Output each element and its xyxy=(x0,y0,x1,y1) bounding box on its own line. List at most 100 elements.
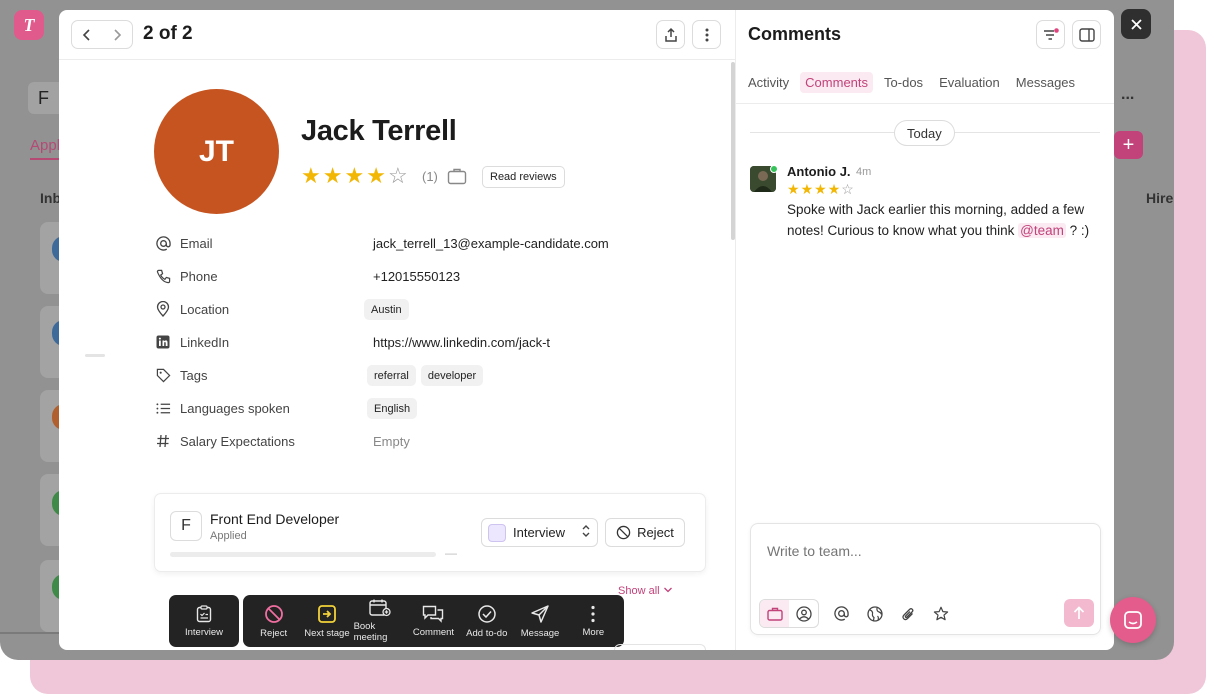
at-icon xyxy=(155,235,171,251)
reject-label: Reject xyxy=(637,525,674,540)
tab-activity[interactable]: Activity xyxy=(748,72,794,93)
action-label: Add to-do xyxy=(466,627,508,639)
field-linkedin: LinkedIn xyxy=(155,331,229,353)
next-section-edge xyxy=(614,644,706,650)
action-label: Book meeting xyxy=(353,621,388,643)
tab-todos[interactable]: To-dos xyxy=(879,72,928,93)
tab-evaluation[interactable]: Evaluation xyxy=(934,72,1005,93)
tag-icon xyxy=(155,367,171,383)
star-filled-icon[interactable]: ★ xyxy=(323,165,343,187)
clipboard-icon xyxy=(196,604,212,622)
star-filled-icon[interactable]: ★ xyxy=(366,165,386,187)
star-filled-icon: ★ xyxy=(787,181,800,197)
field-label: Tags xyxy=(180,367,208,383)
action-more[interactable]: More xyxy=(567,595,620,647)
filter-button[interactable] xyxy=(1036,20,1065,49)
candidate-modal: 2 of 2 JT Jack Terrell ★ ★ ★ ★ ☆ (1) Read re… xyxy=(59,10,1114,650)
review-count: (1) xyxy=(422,169,438,184)
star-filled-icon[interactable]: ★ xyxy=(301,165,321,187)
candidate-avatar: JT xyxy=(154,89,279,214)
background-more-icon: ... xyxy=(1121,86,1135,103)
field-label: Salary Expectations xyxy=(180,433,295,449)
comments-pane: Comments Activity Comments To-dos Evalua… xyxy=(735,10,1114,650)
send-comment-button[interactable] xyxy=(1064,599,1094,627)
action-reject[interactable]: Reject xyxy=(247,595,300,647)
read-reviews-button[interactable]: Read reviews xyxy=(482,166,565,188)
action-comment[interactable]: Comment xyxy=(407,595,460,647)
ban-icon xyxy=(616,525,631,540)
star-outline-icon xyxy=(933,606,948,620)
comments-tabs: Activity Comments To-dos Evaluation Mess… xyxy=(748,72,1080,93)
field-tags: Tags xyxy=(155,364,207,386)
tag-chip[interactable]: developer xyxy=(420,365,484,386)
chat-icon xyxy=(1124,611,1142,629)
rate-button[interactable] xyxy=(924,600,957,627)
attach-button[interactable] xyxy=(891,600,924,627)
progress-dash: — xyxy=(445,546,457,560)
date-separator: Today xyxy=(894,120,955,146)
field-label: Languages spoken xyxy=(180,400,290,416)
comment-author[interactable]: Antonio J. xyxy=(787,164,851,179)
briefcase-icon xyxy=(766,607,783,621)
star-filled-icon: ★ xyxy=(827,181,841,197)
private-visibility-button[interactable] xyxy=(789,600,818,627)
mention-tag[interactable]: @team xyxy=(1018,222,1066,238)
action-book-meeting[interactable]: Book meeting xyxy=(354,595,407,647)
candidate-rating[interactable]: ★ ★ ★ ★ ☆ xyxy=(301,165,408,187)
field-email: Email xyxy=(155,232,213,254)
action-label: Comment xyxy=(412,626,455,638)
job-title[interactable]: Front End Developer xyxy=(210,511,339,527)
salary-value[interactable]: Empty xyxy=(373,434,410,449)
next-candidate-button[interactable] xyxy=(102,21,132,48)
action-next-stage[interactable]: Next stage xyxy=(300,595,353,647)
chevron-right-icon xyxy=(114,28,122,41)
share-button[interactable] xyxy=(656,20,685,49)
stage-select[interactable]: Interview xyxy=(481,518,598,547)
support-chat-button[interactable] xyxy=(1110,597,1156,643)
field-phone: Phone xyxy=(155,265,218,287)
location-chip[interactable]: Austin xyxy=(364,299,409,320)
globe-icon xyxy=(866,605,883,622)
close-modal-button[interactable] xyxy=(1121,9,1151,39)
action-interview[interactable]: Interview xyxy=(169,595,239,647)
language-chip[interactable]: English xyxy=(367,398,418,419)
more-vertical-icon xyxy=(591,605,595,622)
comment-input[interactable] xyxy=(767,543,1067,559)
at-icon xyxy=(834,606,849,621)
more-vertical-icon xyxy=(705,28,708,41)
tag-chip[interactable]: referral xyxy=(367,365,416,386)
email-value[interactable]: jack_terrell_13@example-candidate.com xyxy=(373,236,609,251)
toggle-panel-button[interactable] xyxy=(1072,20,1101,49)
share-icon xyxy=(664,27,677,42)
mention-button[interactable] xyxy=(825,600,858,627)
phone-value[interactable]: +12015550123 xyxy=(373,269,460,284)
candidate-nav xyxy=(71,20,133,49)
star-empty-icon[interactable]: ☆ xyxy=(388,165,408,187)
tab-messages[interactable]: Messages xyxy=(1011,72,1080,93)
show-all-link[interactable]: Show all xyxy=(618,585,673,597)
more-options-button[interactable] xyxy=(692,20,721,49)
language-button[interactable] xyxy=(858,600,891,627)
location-pin-icon xyxy=(155,301,171,317)
comments-title: Comments xyxy=(748,24,842,44)
previous-candidate-button[interactable] xyxy=(72,21,102,48)
linkedin-value[interactable]: https://www.linkedin.com/jack-t xyxy=(373,335,550,350)
hash-icon xyxy=(155,433,171,449)
side-handle[interactable] xyxy=(85,354,105,357)
tab-comments[interactable]: Comments xyxy=(800,72,874,93)
action-add-todo[interactable]: Add to-do xyxy=(460,595,513,647)
candidate-action-bar: Reject Next stage Book meeting Comment A… xyxy=(243,595,624,647)
reject-button[interactable]: Reject xyxy=(605,518,685,547)
candidate-profile-pane: 2 of 2 JT Jack Terrell ★ ★ ★ ★ ☆ (1) Read re… xyxy=(59,10,735,650)
phone-icon xyxy=(155,268,171,284)
team-visibility-button[interactable] xyxy=(760,600,789,627)
current-stage-action[interactable]: Interview xyxy=(169,595,239,647)
calendar-icon xyxy=(369,599,391,617)
user-circle-icon xyxy=(795,605,812,622)
app-logo: T xyxy=(14,10,44,40)
star-empty-icon: ☆ xyxy=(841,181,854,197)
star-filled-icon: ★ xyxy=(800,181,814,197)
action-message[interactable]: Message xyxy=(513,595,566,647)
tags-value: referral developer xyxy=(367,365,488,386)
star-filled-icon[interactable]: ★ xyxy=(344,165,364,187)
